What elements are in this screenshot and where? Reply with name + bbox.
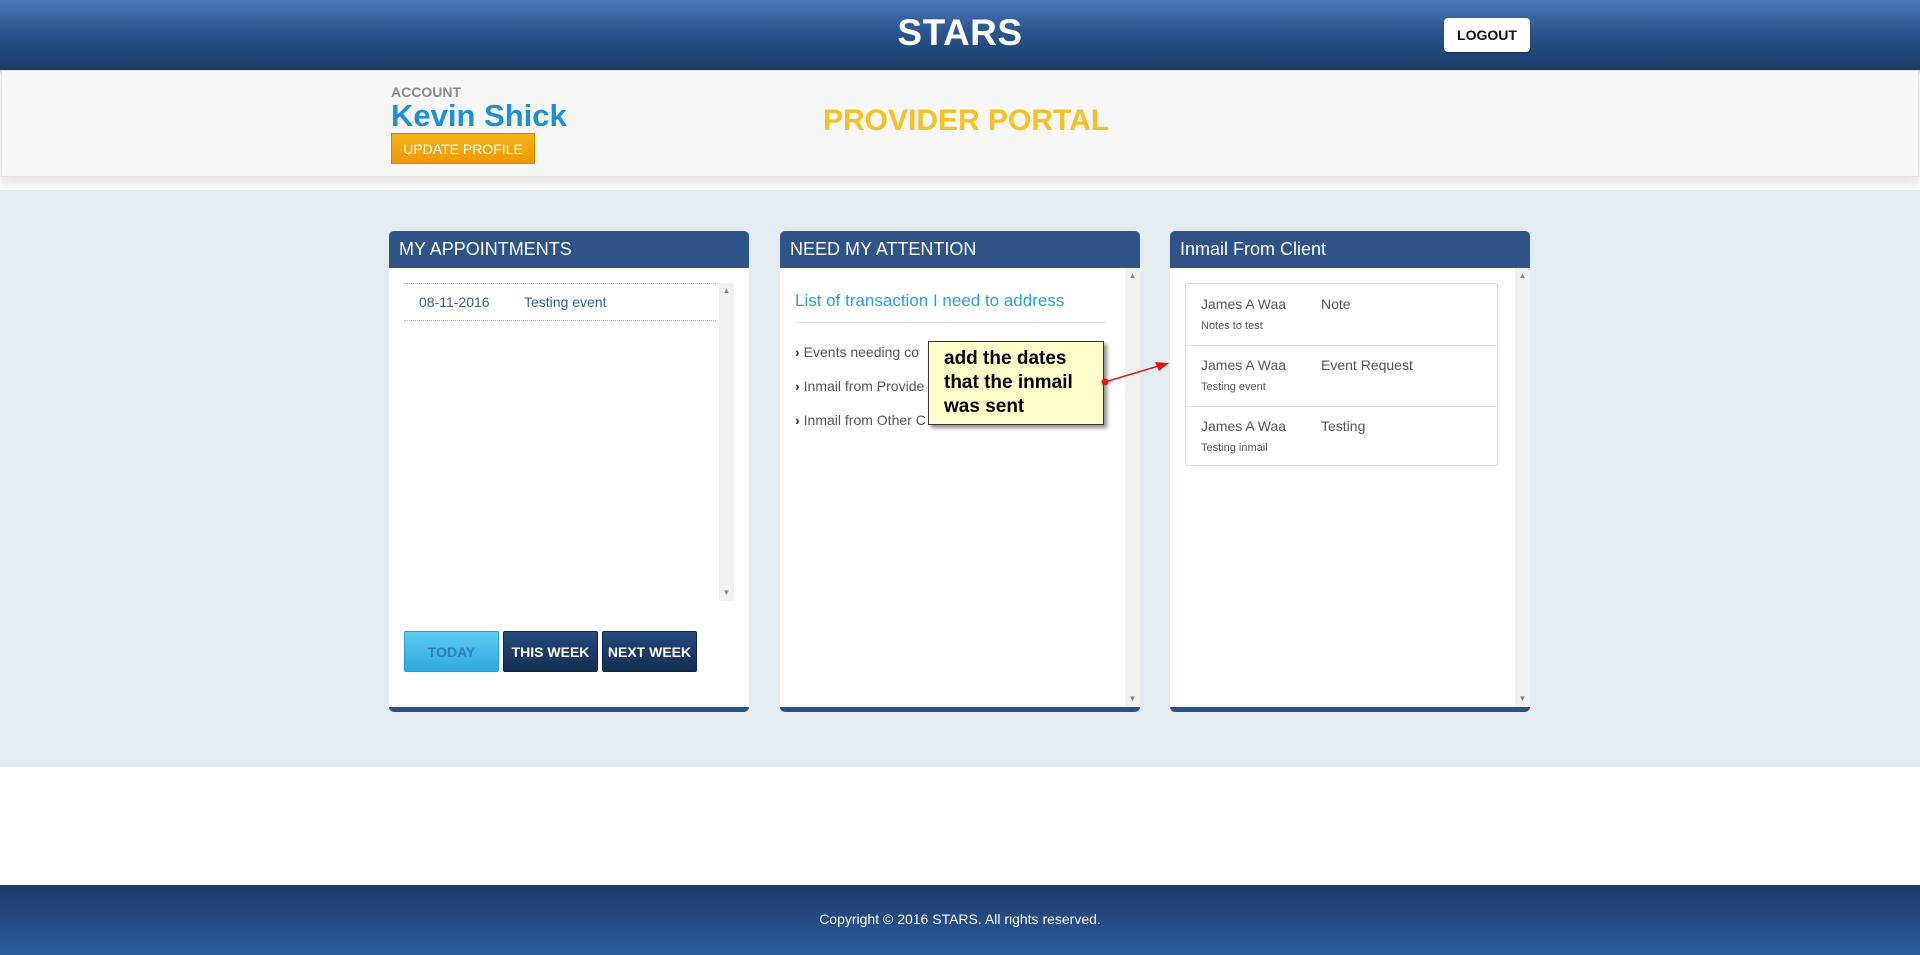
annotation-line: was sent <box>944 396 1025 417</box>
scroll-down-arrow-icon[interactable]: ▼ <box>719 587 734 599</box>
update-profile-button[interactable]: UPDATE PROFILE <box>391 133 535 164</box>
scroll-down-arrow-icon[interactable]: ▼ <box>1515 693 1530 705</box>
attention-item-events[interactable]: › Events needing co <box>795 344 919 360</box>
scroll-up-arrow-icon[interactable]: ▲ <box>1515 270 1530 282</box>
next-week-button[interactable]: NEXT WEEK <box>602 631 697 672</box>
inmail-sender: James A Waa <box>1201 418 1287 434</box>
inmail-subject: Note <box>1321 296 1351 312</box>
chevron-right-icon: › <box>795 344 800 360</box>
scroll-up-arrow-icon[interactable]: ▲ <box>719 285 734 297</box>
attention-item-label: Inmail from Other C <box>803 412 926 428</box>
attention-item-label: Events needing co <box>803 344 919 360</box>
top-header-bar: STARS LOGOUT <box>0 0 1920 70</box>
inmail-scrollbar[interactable]: ▲ ▼ <box>1515 268 1530 707</box>
attention-panel-title: NEED MY ATTENTION <box>780 231 1140 268</box>
attention-item-label: Inmail from Provide <box>803 378 925 394</box>
inmail-subject: Testing <box>1321 418 1366 434</box>
logout-button[interactable]: LOGOUT <box>1444 18 1530 52</box>
copyright-text: Copyright © 2016 STARS. All rights reser… <box>819 911 1101 927</box>
attention-panel: NEED MY ATTENTION List of transaction I … <box>780 231 1140 712</box>
inmail-sender: James A Waa <box>1201 357 1287 373</box>
this-week-button[interactable]: THIS WEEK <box>503 631 598 672</box>
inmail-panel: Inmail From Client James A Waa Note Note… <box>1170 231 1530 712</box>
inmail-sender: James A Waa <box>1201 296 1287 312</box>
inmail-list: James A Waa Note Notes to test James A W… <box>1185 283 1498 466</box>
annotation-line: add the dates <box>944 348 1067 369</box>
inmail-row[interactable]: James A Waa Note Notes to test <box>1186 284 1497 346</box>
attention-item-inmail-provider[interactable]: › Inmail from Provide <box>795 378 924 394</box>
appointment-title[interactable]: Testing event <box>524 294 607 310</box>
inmail-preview: Testing inmail <box>1201 442 1268 454</box>
attention-item-inmail-other[interactable]: › Inmail from Other C <box>795 412 926 428</box>
scroll-down-arrow-icon[interactable]: ▼ <box>1125 693 1140 705</box>
account-strip: ACCOUNT Kevin Shick UPDATE PROFILE PROVI… <box>1 70 1919 177</box>
account-name: Kevin Shick <box>391 98 567 133</box>
appointments-panel: MY APPOINTMENTS 08-11-2016 Testing event… <box>389 231 749 712</box>
portal-title: PROVIDER PORTAL <box>823 104 1110 137</box>
chevron-right-icon: › <box>795 378 800 394</box>
annotation-arrow-icon <box>1101 362 1169 386</box>
inmail-preview: Notes to test <box>1201 320 1263 332</box>
today-button[interactable]: TODAY <box>404 631 499 672</box>
annotation-callout: add the dates that the inmail was sent <box>928 341 1104 425</box>
appointments-list[interactable]: 08-11-2016 Testing event ▲ ▼ <box>404 283 734 601</box>
inmail-preview: Testing event <box>1201 381 1266 393</box>
chevron-right-icon: › <box>795 412 800 428</box>
divider <box>795 322 1106 323</box>
annotation-line: that the inmail <box>944 372 1073 393</box>
inmail-row[interactable]: James A Waa Testing Testing inmail <box>1186 406 1497 467</box>
appointments-scrollbar[interactable]: ▲ ▼ <box>719 283 734 601</box>
appointment-row[interactable]: 08-11-2016 Testing event <box>404 283 716 321</box>
app-title: STARS <box>897 12 1023 53</box>
appointments-panel-title: MY APPOINTMENTS <box>389 231 749 268</box>
inmail-panel-title: Inmail From Client <box>1170 231 1530 268</box>
attention-heading: List of transaction I need to address <box>795 291 1065 310</box>
inmail-subject: Event Request <box>1321 357 1413 373</box>
scroll-up-arrow-icon[interactable]: ▲ <box>1125 270 1140 282</box>
appointment-date: 08-11-2016 <box>419 294 490 310</box>
footer: Copyright © 2016 STARS. All rights reser… <box>0 885 1920 955</box>
inmail-row[interactable]: James A Waa Event Request Testing event <box>1186 345 1497 407</box>
attention-scrollbar[interactable]: ▲ ▼ <box>1125 268 1140 707</box>
